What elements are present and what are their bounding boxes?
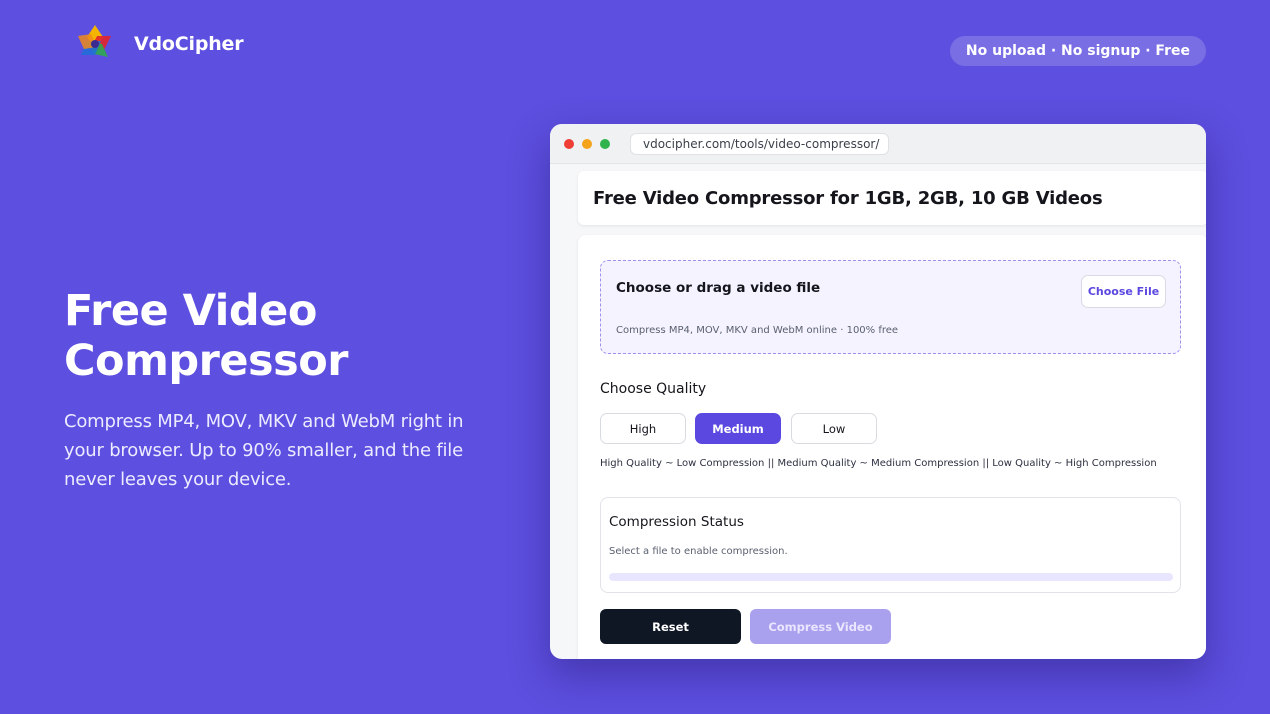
quality-low-button[interactable]: Low bbox=[791, 413, 877, 444]
maximize-window-dot[interactable] bbox=[600, 139, 610, 149]
choose-file-button[interactable]: Choose File bbox=[1081, 275, 1166, 308]
file-dropzone[interactable]: Choose or drag a video file Compress MP4… bbox=[600, 260, 1181, 354]
close-window-dot[interactable] bbox=[564, 139, 574, 149]
status-text: Select a file to enable compression. bbox=[609, 546, 788, 557]
hero-title: Free Video Compressor bbox=[64, 286, 349, 386]
status-title: Compression Status bbox=[609, 514, 744, 530]
quality-medium-button[interactable]: Medium bbox=[695, 413, 781, 444]
hero-subtitle: Compress MP4, MOV, MKV and WebM right in… bbox=[64, 411, 464, 490]
quality-label: Choose Quality bbox=[600, 381, 707, 397]
browser-window: vdocipher.com/tools/video-compressor/ Fr… bbox=[550, 124, 1206, 659]
brand-name: VdoCipher bbox=[134, 33, 244, 55]
browser-toolbar: vdocipher.com/tools/video-compressor/ bbox=[550, 124, 1206, 164]
vdocipher-logo-icon bbox=[78, 25, 111, 57]
quality-high-button[interactable]: High bbox=[600, 413, 686, 444]
progress-bar bbox=[609, 573, 1173, 581]
minimize-window-dot[interactable] bbox=[582, 139, 592, 149]
brand-logo[interactable]: VdoCipher bbox=[74, 24, 244, 64]
page-title: Free Video Compressor for 1GB, 2GB, 10 G… bbox=[578, 171, 1206, 225]
compression-status-card: Compression Status Select a file to enab… bbox=[600, 497, 1181, 593]
compressor-panel: Choose or drag a video file Compress MP4… bbox=[578, 235, 1206, 659]
dropzone-title: Choose or drag a video file bbox=[616, 280, 821, 296]
feature-badge: No upload · No signup · Free bbox=[949, 36, 1206, 66]
dropzone-subtitle: Compress MP4, MOV, MKV and WebM online ·… bbox=[616, 325, 899, 336]
reset-button[interactable]: Reset bbox=[600, 609, 741, 644]
compress-video-button[interactable]: Compress Video bbox=[750, 609, 891, 644]
address-bar[interactable]: vdocipher.com/tools/video-compressor/ bbox=[630, 133, 889, 155]
quality-note: High Quality ~ Low Compression || Medium… bbox=[600, 458, 1157, 469]
